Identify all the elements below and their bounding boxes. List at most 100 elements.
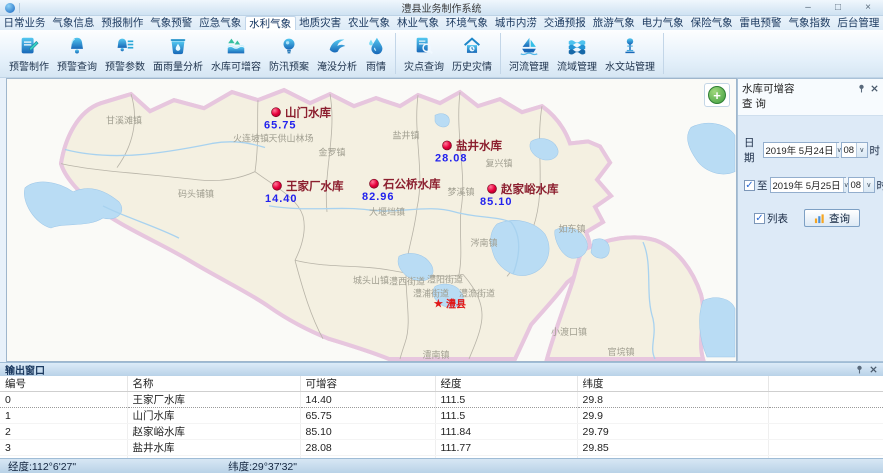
- date-to-select[interactable]: 2019年 5月25日 ∨: [770, 177, 846, 193]
- window-title: 澧县业务制作系统: [0, 0, 883, 15]
- column-header[interactable]: 经度: [435, 376, 577, 392]
- pin-icon[interactable]: [857, 84, 866, 93]
- table-cell: 111.84: [435, 424, 577, 440]
- menu-item-13[interactable]: 旅游气象: [589, 16, 638, 30]
- reservoir-name-label: 盐井水库: [456, 138, 502, 152]
- hour-from-select[interactable]: 08 ∨: [841, 142, 868, 158]
- table-cell: 28.08: [300, 440, 435, 456]
- toolbar-search-doc-button[interactable]: 灾点查询: [400, 30, 448, 77]
- flood-wave-icon: [326, 35, 348, 57]
- county-map[interactable]: 甘溪滩镇火连坡镇天供山林场金罗镇盐井镇码头铺镇大堰垱镇梦溪镇复兴镇如东镇涔南镇城…: [7, 79, 736, 361]
- reservoir-name-label: 赵家峪水库: [500, 182, 559, 196]
- table-row[interactable]: 3盐井水库28.08111.7729.85: [0, 440, 883, 456]
- bulb-icon: [278, 35, 300, 57]
- reservoir-dot-icon: [443, 141, 452, 150]
- town-label: 涔南镇: [471, 237, 498, 248]
- rain-gauge-icon: [167, 35, 189, 57]
- town-label: 天供山林场: [269, 132, 314, 143]
- table-row[interactable]: 0王家厂水库14.40111.529.8: [0, 392, 883, 408]
- table-cell: 85.10: [300, 424, 435, 440]
- query-panel-title: 水库可增容: [742, 81, 795, 96]
- toolbar-bulb-button[interactable]: 防汛预案: [265, 30, 313, 77]
- toolbar-sailboat-button[interactable]: 河流管理: [505, 30, 553, 77]
- hour-to-select[interactable]: 08 ∨: [848, 177, 875, 193]
- town-label: 金罗镇: [319, 147, 346, 158]
- menu-item-14[interactable]: 电力气象: [638, 16, 687, 30]
- column-header[interactable]: 可增容: [300, 376, 435, 392]
- town-label: 大堰垱镇: [369, 206, 405, 217]
- toolbar-alert-edit-button[interactable]: 预警制作: [5, 30, 53, 77]
- reservoir-dot-icon: [370, 179, 379, 188]
- menu-item-15[interactable]: 保险气象: [687, 16, 736, 30]
- menu-item-4[interactable]: 气象预警: [147, 16, 196, 30]
- table-cell: 29.79: [577, 424, 768, 440]
- menu-item-3[interactable]: 预报制作: [98, 16, 147, 30]
- table-cell: [768, 408, 883, 424]
- menu-item-7[interactable]: 地质灾害: [296, 16, 345, 30]
- table-cell: 111.5: [435, 408, 577, 424]
- menu-item-5[interactable]: 应急气象: [196, 16, 245, 30]
- map-area[interactable]: 甘溪滩镇火连坡镇天供山林场金罗镇盐井镇码头铺镇大堰垱镇梦溪镇复兴镇如东镇涔南镇城…: [6, 78, 737, 362]
- column-header[interactable]: 纬度: [577, 376, 768, 392]
- toolbar-flood-wave-button[interactable]: 淹没分析: [313, 30, 361, 77]
- column-header[interactable]: 编号: [0, 376, 127, 392]
- menu-item-16[interactable]: 雷电预警: [736, 16, 785, 30]
- town-label: 复兴镇: [486, 158, 513, 169]
- query-panel: 水库可增容 查 询 日期 2019年 5月24日 ∨ 08 ∨ 时: [737, 78, 883, 362]
- table-cell: 2: [0, 424, 127, 440]
- hour-unit-label: 时: [870, 143, 881, 158]
- close-panel-icon[interactable]: [869, 365, 878, 374]
- to-checkbox[interactable]: ✓: [744, 180, 755, 191]
- menu-item-10[interactable]: 环境气象: [442, 16, 491, 30]
- toolbar-bell-list-button[interactable]: 预警参数: [101, 30, 149, 77]
- toolbar-history-house-button[interactable]: 历史灾情: [448, 30, 496, 77]
- toolbar-waves-button[interactable]: 流域管理: [553, 30, 601, 77]
- county-seat-label: 澧县: [446, 298, 466, 311]
- menu-item-12[interactable]: 交通预报: [540, 16, 589, 30]
- close-panel-icon[interactable]: [870, 84, 879, 93]
- town-label: 澧阳街道: [427, 273, 463, 284]
- table-row[interactable]: 2赵家峪水库85.10111.8429.79: [0, 424, 883, 440]
- county-seat: ★澧县: [433, 297, 466, 311]
- chevron-down-icon: ∨: [863, 178, 873, 192]
- town-label: 盐井镇: [393, 129, 420, 140]
- checkbox-check-icon: ✓: [755, 213, 763, 224]
- column-header[interactable]: [768, 376, 883, 392]
- town-label: 码头铺镇: [178, 188, 214, 199]
- add-button[interactable]: +: [708, 86, 726, 104]
- menu-item-9[interactable]: 林业气象: [394, 16, 443, 30]
- menu-item-11[interactable]: 城市内涝: [491, 16, 540, 30]
- menu-item-17[interactable]: 气象指数: [785, 16, 834, 30]
- title-bar: 澧县业务制作系统 – □ ×: [0, 0, 883, 16]
- table-row[interactable]: 1山门水库65.75111.529.9: [0, 408, 883, 424]
- table-cell: 29.9: [577, 408, 768, 424]
- toolbar-reservoir-button[interactable]: 水库可增容: [207, 30, 265, 77]
- table-cell: 1: [0, 408, 127, 424]
- date-from-select[interactable]: 2019年 5月24日 ∨: [763, 142, 839, 158]
- toolbar-raindrop-button[interactable]: 雨情: [361, 30, 391, 77]
- menu-item-8[interactable]: 农业气象: [345, 16, 394, 30]
- toolbar-hydro-station-button[interactable]: 水文站管理: [601, 30, 659, 77]
- toolbar-rain-gauge-button[interactable]: 面雨量分析: [149, 30, 207, 77]
- menu-bar: 日常业务气象信息预报制作气象预警应急气象水利气象地质灾害农业气象林业气象环境气象…: [0, 16, 883, 30]
- to-label: 至: [757, 178, 768, 193]
- toolbar-bell-button[interactable]: 预警查询: [53, 30, 101, 77]
- town-label: 如东镇: [559, 223, 586, 234]
- table-header-row: 编号名称可增容经度纬度: [0, 376, 883, 392]
- sailboat-icon: [518, 35, 540, 57]
- table-cell: 3: [0, 440, 127, 456]
- pin-icon[interactable]: [855, 365, 864, 374]
- query-button[interactable]: 查询: [804, 209, 860, 227]
- menu-item-18[interactable]: 后台管理: [834, 16, 883, 30]
- column-header[interactable]: 名称: [127, 376, 300, 392]
- reservoir-name-label: 山门水库: [285, 105, 331, 119]
- list-checkbox[interactable]: ✓: [754, 213, 765, 224]
- toolbar-separator: [663, 33, 664, 74]
- menu-item-1[interactable]: 日常业务: [0, 16, 49, 30]
- menu-item-2[interactable]: 气象信息: [49, 16, 98, 30]
- table-cell: 山门水库: [127, 408, 300, 424]
- town-label: 小渡口镇: [551, 326, 587, 337]
- raindrop-icon: [365, 35, 387, 57]
- menu-item-6[interactable]: 水利气象: [245, 16, 296, 30]
- reservoir-value-label: 28.08: [435, 153, 467, 165]
